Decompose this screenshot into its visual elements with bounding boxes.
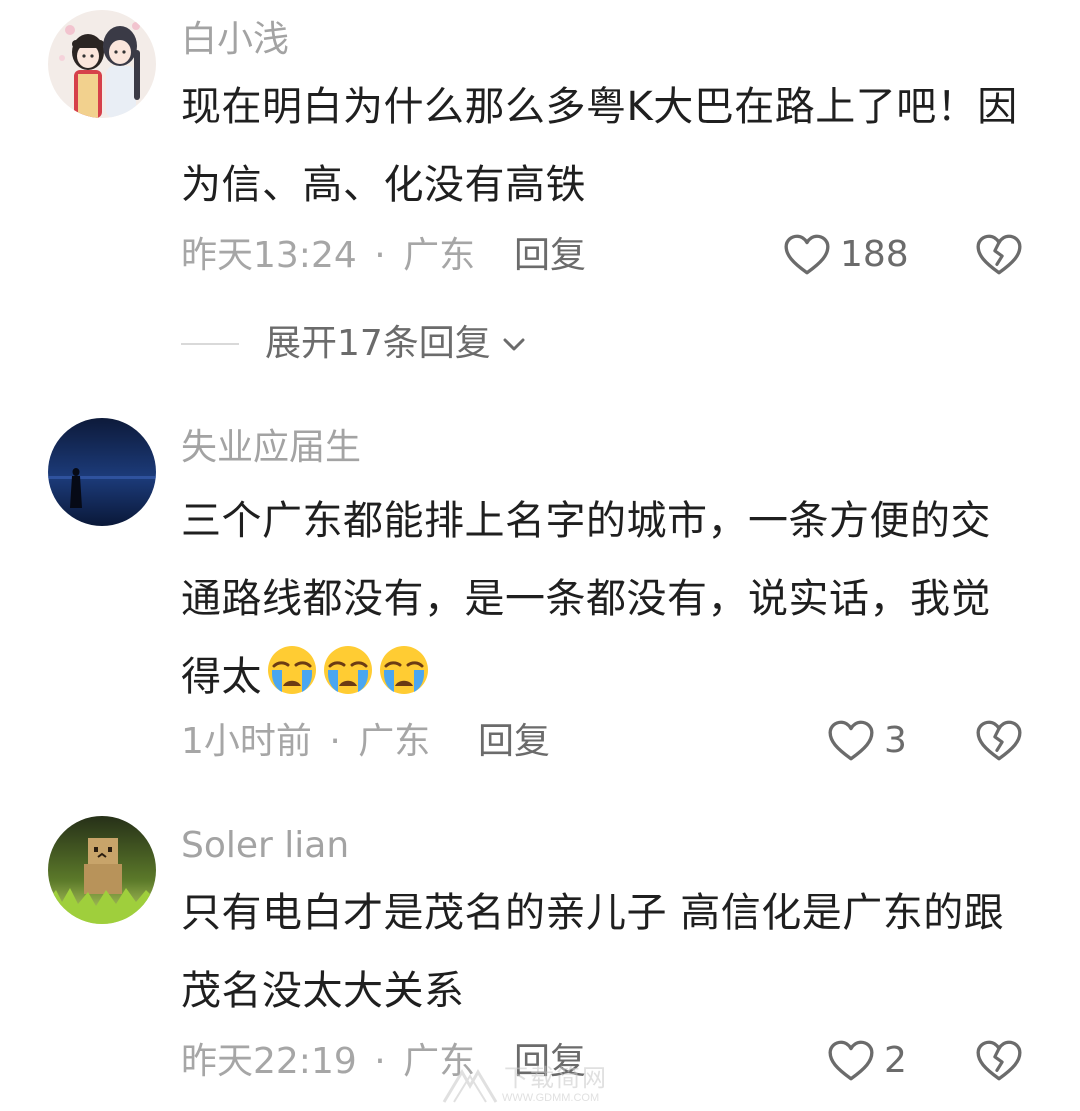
meta-separator: · — [374, 1041, 386, 1082]
comment-time: 1小时前 — [181, 721, 312, 762]
site-watermark: 下载简网 WWW.GDMM.COM — [440, 1062, 650, 1108]
comment-meta: 昨天13:24 · 广东 — [181, 234, 475, 278]
cardboard-robot-grass-avatar-icon — [48, 816, 156, 924]
meta-separator: · — [329, 721, 341, 762]
like-button[interactable]: 3 — [826, 716, 907, 766]
like-count: 3 — [884, 720, 907, 761]
expand-replies[interactable]: 展开17条回复 — [181, 322, 531, 366]
username[interactable]: 失业应届生 — [181, 426, 361, 470]
username[interactable]: 白小浅 — [181, 18, 289, 62]
watermark-logo-icon — [442, 1069, 498, 1103]
comment-location: 广东 — [358, 721, 431, 762]
heart-icon — [828, 720, 874, 761]
crying-face-emoji-icon — [268, 646, 316, 694]
like-count: 188 — [840, 234, 909, 275]
comment-text: 三个广东都能排上名字的城市，一条方便的交通路线都没有，是一条都没有，说实话，我觉… — [181, 482, 1031, 716]
comment-text: 现在明白为什么那么多粤K大巴在路上了吧！因为信、高、化没有高铁 — [181, 84, 1018, 208]
expand-replies-label: 展开17条回复 — [265, 323, 491, 364]
user-avatar[interactable] — [48, 418, 156, 526]
reply-button[interactable]: 回复 — [514, 234, 586, 278]
like-count: 2 — [884, 1040, 907, 1081]
comment-time: 昨天13:24 — [181, 235, 357, 276]
watermark-text: 下载简网 — [504, 1064, 608, 1092]
night-sea-figure-avatar-icon — [48, 418, 156, 526]
dislike-button[interactable] — [974, 1036, 1024, 1090]
heart-icon — [784, 234, 830, 275]
comment-text: 只有电白才是茂名的亲儿子 高信化是广东的跟茂名没太大关系 — [181, 890, 1005, 1014]
watermark-url: WWW.GDMM.COM — [502, 1092, 600, 1104]
reply-button[interactable]: 回复 — [478, 720, 550, 764]
comment-time: 昨天22:19 — [181, 1041, 357, 1082]
user-avatar[interactable] — [48, 10, 156, 118]
broken-heart-icon — [976, 234, 1022, 275]
broken-heart-icon — [976, 720, 1022, 761]
like-button[interactable]: 188 — [782, 230, 909, 280]
broken-heart-icon — [976, 1040, 1022, 1081]
crying-face-emoji-icon — [324, 646, 372, 694]
crying-face-emoji-icon — [380, 646, 428, 694]
user-avatar[interactable] — [48, 816, 156, 924]
username[interactable]: Soler lian — [181, 824, 349, 868]
meta-separator: · — [374, 235, 386, 276]
comment-location: 广东 — [403, 235, 476, 276]
dislike-button[interactable] — [974, 716, 1024, 770]
anime-couple-avatar-icon — [48, 10, 156, 118]
comment-meta: 昨天22:19 · 广东 — [181, 1040, 475, 1084]
chevron-down-icon — [503, 338, 525, 351]
comment-meta: 1小时前 · 广东 — [181, 720, 430, 764]
dislike-button[interactable] — [974, 230, 1024, 284]
expand-divider — [181, 343, 239, 345]
like-button[interactable]: 2 — [826, 1036, 907, 1086]
heart-icon — [828, 1040, 874, 1081]
